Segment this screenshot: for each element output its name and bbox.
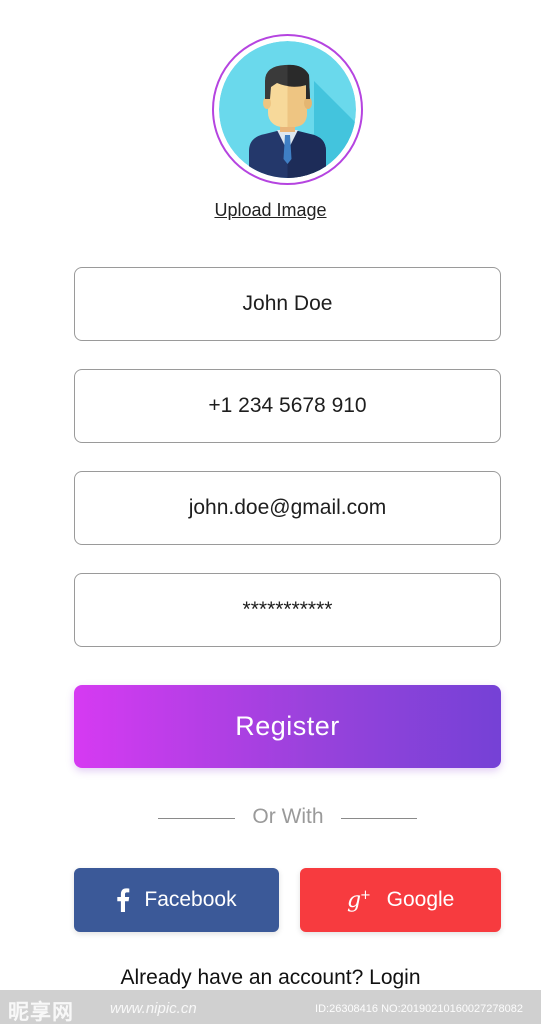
svg-text:g: g [347, 888, 361, 913]
user-avatar-icon [219, 41, 356, 178]
watermark-url: www.nipic.cn [110, 1000, 197, 1017]
facebook-login-button[interactable]: Facebook [74, 868, 279, 932]
watermark-logo: 昵享网 [8, 1000, 74, 1024]
watermark-id: ID:26308416 NO:20190210160027278082 [315, 1003, 523, 1015]
register-button[interactable]: Register [74, 685, 501, 768]
name-input[interactable] [75, 268, 500, 340]
phone-field[interactable] [74, 369, 501, 443]
register-screen: Upload Image Register Or With Facebook g… [0, 0, 541, 1024]
google-plus-icon: g + [347, 887, 373, 913]
login-prompt-text: Already have an account? [120, 966, 370, 989]
password-field[interactable] [74, 573, 501, 647]
password-input[interactable] [75, 574, 500, 646]
facebook-icon [116, 888, 130, 912]
login-prompt: Already have an account? Login [0, 966, 541, 990]
google-login-button[interactable]: g + Google [300, 868, 501, 932]
divider-line-left [158, 818, 235, 819]
divider-line-right [341, 818, 417, 819]
email-field[interactable] [74, 471, 501, 545]
login-link[interactable]: Login [369, 966, 420, 989]
google-label: Google [386, 888, 455, 911]
facebook-label: Facebook [144, 888, 237, 911]
email-input[interactable] [75, 472, 500, 544]
svg-text:+: + [360, 888, 371, 903]
name-field[interactable] [74, 267, 501, 341]
or-with-label: Or With [252, 805, 324, 828]
avatar[interactable] [212, 34, 363, 185]
phone-input[interactable] [75, 370, 500, 442]
upload-image-link[interactable]: Upload Image [0, 200, 541, 221]
